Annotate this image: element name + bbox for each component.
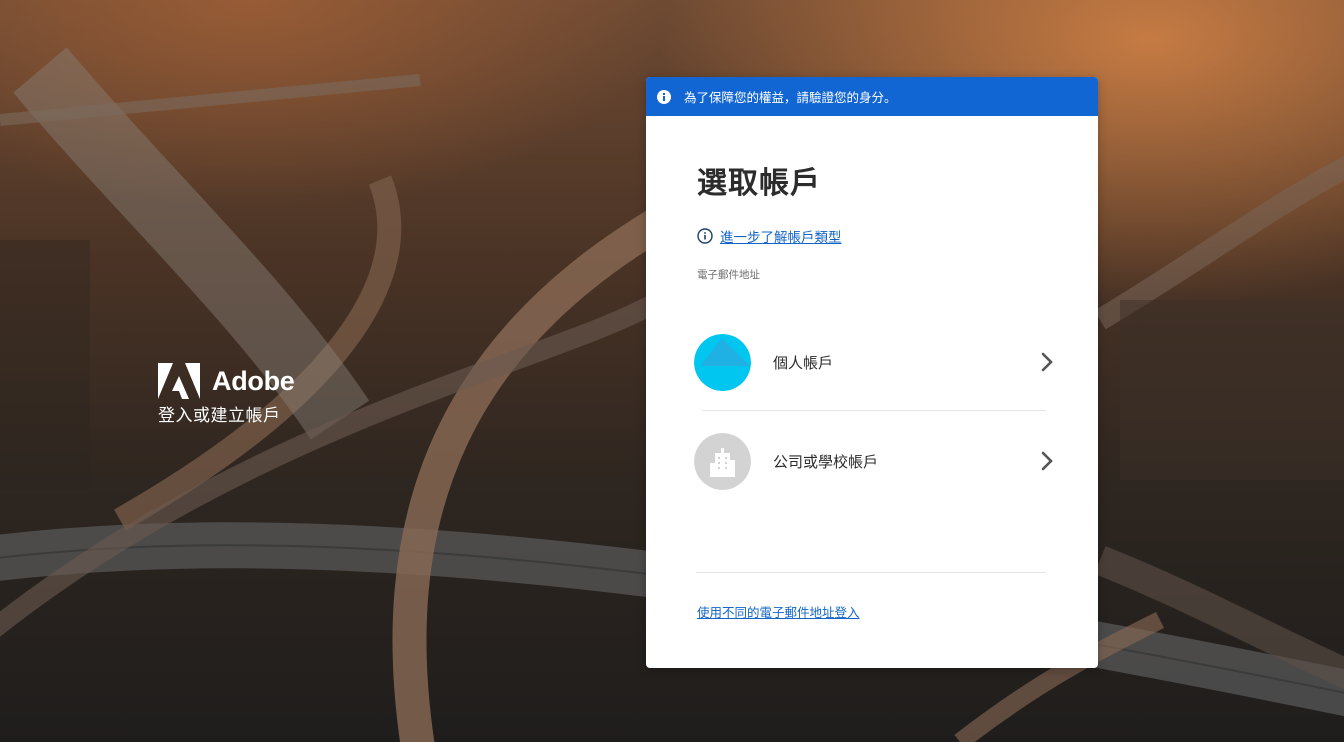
business-account-option[interactable]: 公司或學校帳戶 bbox=[694, 431, 1054, 491]
building-icon bbox=[694, 432, 751, 490]
card-content: 選取帳戶 進一步了解帳戶類型 電子郵件地址 bbox=[646, 158, 1098, 282]
learn-more-row: 進一步了解帳戶類型 bbox=[697, 226, 1047, 246]
verify-banner: 為了保障您的權益，請驗證您的身分。 bbox=[646, 77, 1098, 116]
email-label: 電子郵件地址 bbox=[697, 269, 760, 281]
personal-account-option[interactable]: 個人帳戶 bbox=[694, 332, 1054, 392]
banner-text: 為了保障您的權益，請驗證您的身分。 bbox=[684, 90, 897, 105]
brand-row: Adobe bbox=[158, 363, 295, 399]
personal-account-label: 個人帳戶 bbox=[773, 353, 834, 372]
account-picker-card: 為了保障您的權益，請驗證您的身分。 選取帳戶 進一步了解帳戶類型 電子郵件地址 … bbox=[646, 77, 1098, 668]
adobe-logo-icon bbox=[158, 363, 200, 399]
brand-subtitle: 登入或建立帳戶 bbox=[158, 406, 281, 426]
chevron-right-icon bbox=[1041, 451, 1053, 471]
learn-more-link[interactable]: 進一步了解帳戶類型 bbox=[720, 226, 842, 246]
personal-avatar-icon bbox=[694, 333, 751, 391]
page-title: 選取帳戶 bbox=[697, 166, 821, 201]
divider bbox=[702, 410, 1046, 411]
use-different-email-link[interactable]: 使用不同的電子郵件地址登入 bbox=[697, 602, 860, 621]
info-icon bbox=[657, 89, 671, 104]
brand-area: Adobe 登入或建立帳戶 bbox=[158, 363, 295, 426]
divider bbox=[696, 572, 1046, 573]
info-outline-icon bbox=[697, 228, 713, 244]
business-account-label: 公司或學校帳戶 bbox=[773, 452, 879, 471]
brand-name: Adobe bbox=[212, 365, 295, 396]
chevron-right-icon bbox=[1041, 352, 1053, 372]
